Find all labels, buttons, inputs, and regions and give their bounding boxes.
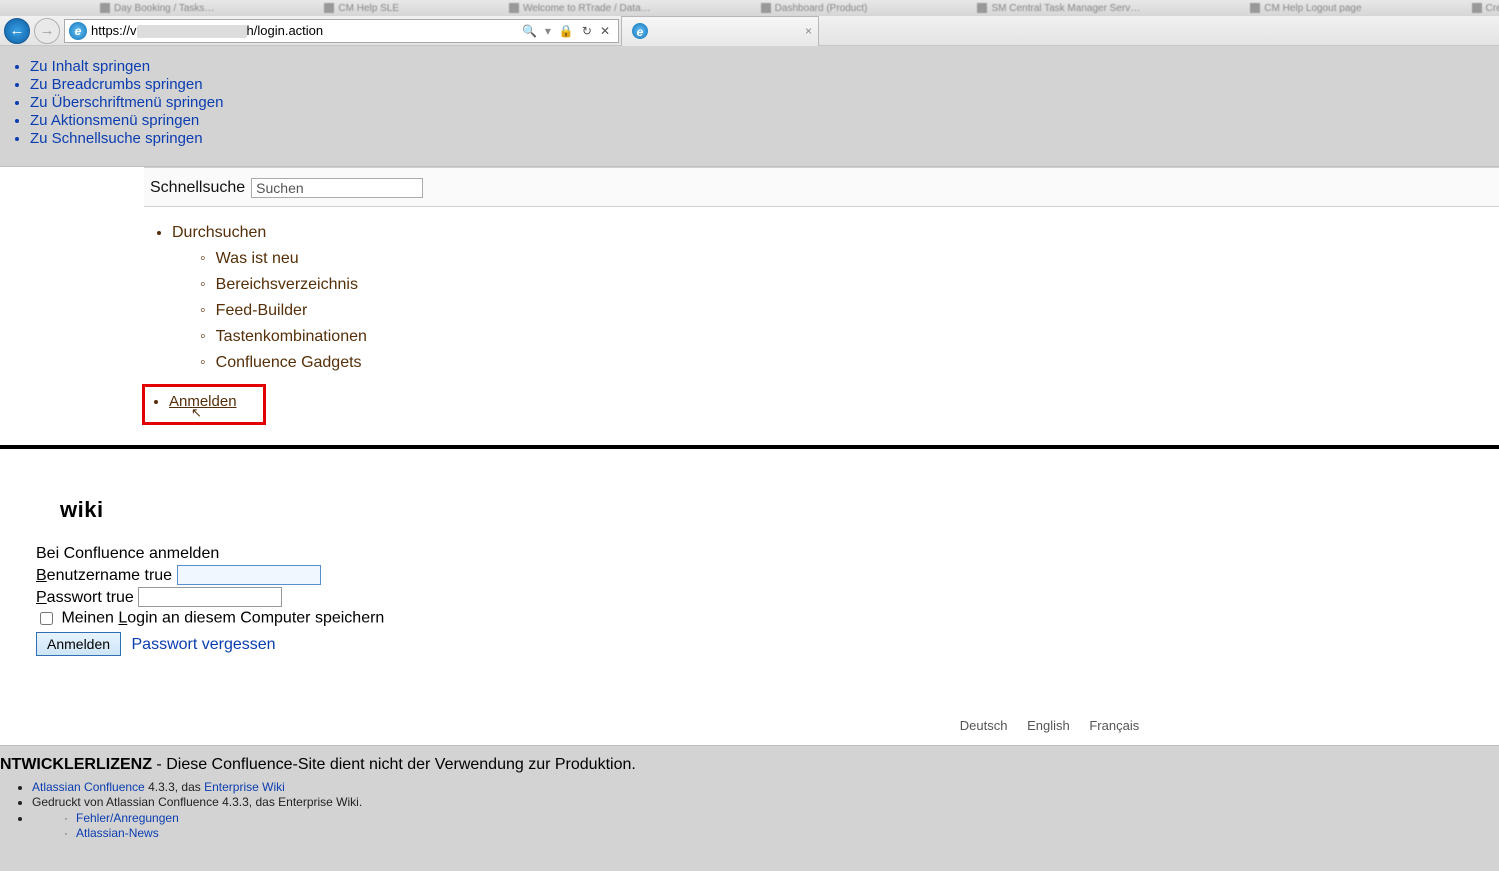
forward-button[interactable]: → [34,18,60,44]
skip-link-header-menu[interactable]: Zu Überschriftmenü springen [30,94,223,111]
cursor-icon: ↖ [191,410,237,416]
username-label: Benutzername true [36,567,172,584]
dev-license-notice: NTWICKLERLIZENZ - Diese Confluence-Site … [0,756,1499,774]
skip-link-content[interactable]: Zu Inhalt springen [30,58,150,75]
browser-tab[interactable]: e × [621,16,819,46]
login-link[interactable]: Anmelden [169,393,237,410]
footer-line: Gedruckt von Atlassian Confluence 4.3.3,… [32,795,1499,809]
remember-checkbox[interactable] [40,612,53,625]
browse-menu: Durchsuchen Was ist neu Bereichsverzeich… [0,207,1499,439]
ie-icon: e [69,22,87,40]
quicksearch-label: Schnellsuche [150,179,245,197]
taskbar-item[interactable]: CM Help SLE [324,3,399,14]
search-icon[interactable]: 🔍 [522,24,537,38]
taskbar-item[interactable]: CM Help Logout page [1250,3,1361,14]
login-submit-button[interactable]: Anmelden [36,632,121,656]
quicksearch-input[interactable] [251,178,423,198]
footer-link-enterprise[interactable]: Enterprise Wiki [204,780,285,794]
skip-link-region: Zu Inhalt springen Zu Breadcrumbs spring… [0,46,1499,167]
browser-toolbar: ← → e https://vh/login.action 🔍 ▾ 🔒 ↻ ✕ … [0,16,1499,46]
browse-menu-root[interactable]: Durchsuchen [172,224,266,241]
skip-link-breadcrumbs[interactable]: Zu Breadcrumbs springen [30,76,203,93]
lang-option[interactable]: Deutsch [960,718,1008,733]
skip-link-action-menu[interactable]: Zu Aktionsmenü springen [30,112,199,129]
browse-menu-item[interactable]: Confluence Gadgets [200,354,1499,372]
footer: NTWICKLERLIZENZ - Diese Confluence-Site … [0,745,1499,871]
taskbar-item[interactable]: Dashboard (Product) [761,3,868,14]
stop-icon[interactable]: ✕ [600,24,610,38]
password-label: Passwort true [36,589,134,606]
taskbar-item[interactable]: SM Central Task Manager Serv… [977,3,1140,14]
lang-option[interactable]: Français [1089,718,1139,733]
browse-menu-item[interactable]: Feed-Builder [200,302,1499,320]
os-taskbar: Day Booking / Tasks… CM Help SLE Welcome… [0,0,1499,16]
skip-link-quicksearch[interactable]: Zu Schnellsuche springen [30,130,203,147]
login-link-highlight: Anmelden ↖ [142,384,266,425]
forgot-password-link[interactable]: Passwort vergessen [132,636,276,653]
lang-option[interactable]: English [1027,718,1070,733]
address-bar[interactable]: e https://vh/login.action 🔍 ▾ 🔒 ↻ ✕ [64,19,619,43]
footer-link-feedback[interactable]: Fehler/Anregungen [76,811,179,825]
back-button[interactable]: ← [4,18,30,44]
browse-menu-item[interactable]: Tastenkombinationen [200,328,1499,346]
footer-link-news[interactable]: Atlassian-News [76,826,159,840]
tab-strip: e × [621,16,819,46]
taskbar-item[interactable]: Day Booking / Tasks… [100,3,214,14]
site-title: wiki [60,497,1499,523]
username-input[interactable] [177,565,321,585]
login-heading: Bei Confluence anmelden [36,545,1499,563]
taskbar-item[interactable]: Welcome to RTrade / Data… [509,3,651,14]
url-text: https://vh/login.action [91,23,323,38]
footer-link-confluence[interactable]: Atlassian Confluence [32,780,145,794]
browse-menu-item[interactable]: Was ist neu [200,250,1499,268]
browse-menu-item[interactable]: Bereichsverzeichnis [200,276,1499,294]
ie-icon: e [632,23,648,39]
language-switcher: Deutsch English Français [600,718,1499,733]
quicksearch-bar: Schnellsuche [144,167,1499,207]
remember-label: Meinen Login an diesem Computer speicher… [61,610,384,627]
login-form: wiki Bei Confluence anmelden Benutzernam… [0,449,1499,670]
lock-icon: 🔒 [559,24,574,38]
refresh-icon[interactable]: ↻ [582,24,592,38]
taskbar-item[interactable]: Create Issue – Atlassian C… [1472,3,1499,14]
password-input[interactable] [138,587,282,607]
footer-line: Atlassian Confluence 4.3.3, das Enterpri… [32,780,1499,794]
close-tab-icon[interactable]: × [805,24,812,38]
